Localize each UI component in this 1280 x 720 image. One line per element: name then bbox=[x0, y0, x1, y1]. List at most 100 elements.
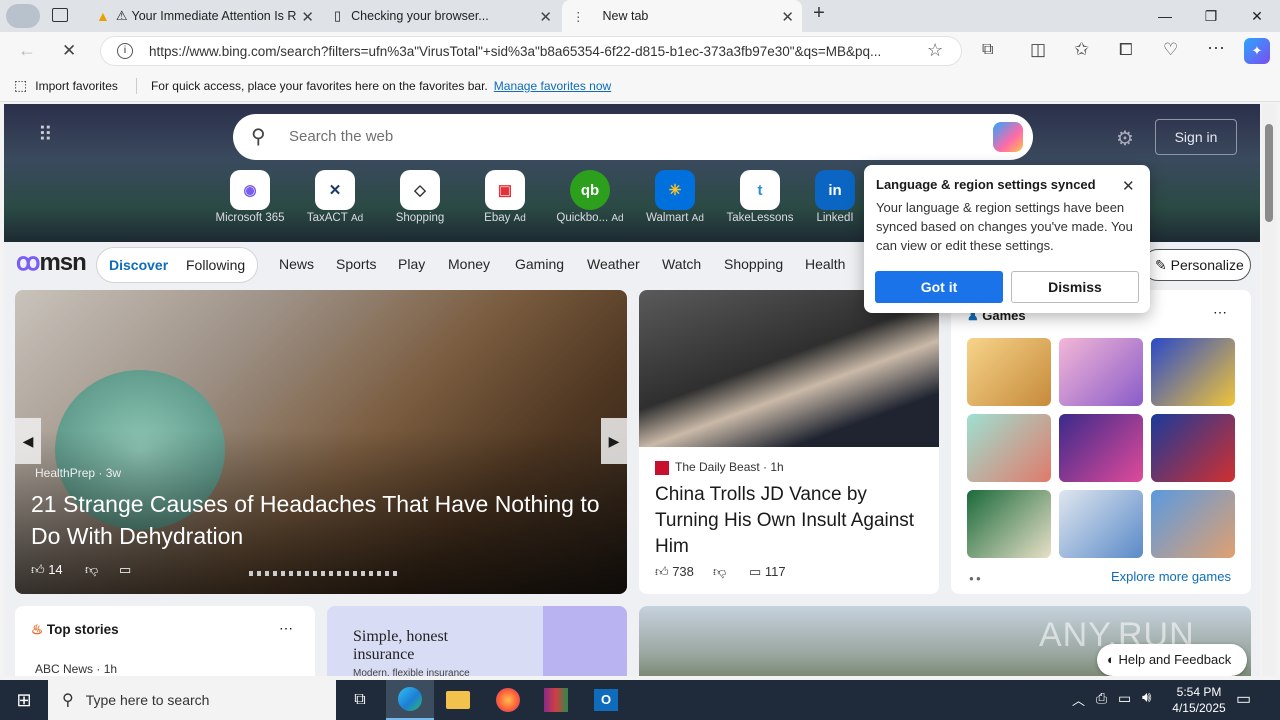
restore-icon[interactable]: ❐ bbox=[1188, 0, 1234, 32]
nav-news[interactable]: News bbox=[279, 256, 314, 272]
manage-favorites-link[interactable]: Manage favorites now bbox=[494, 79, 611, 93]
game-tile[interactable] bbox=[1059, 338, 1143, 406]
news-image-card[interactable]: ANY.RUN ◐ Help and Feedback bbox=[639, 606, 1251, 676]
app-launcher-icon[interactable]: ⠿ bbox=[38, 122, 53, 147]
tab-actions-icon[interactable] bbox=[52, 8, 68, 22]
file-explorer-icon[interactable] bbox=[434, 680, 482, 720]
close-tab-icon[interactable]: ✕ bbox=[301, 8, 314, 26]
favorite-star-icon[interactable]: ☆ bbox=[927, 40, 943, 61]
carousel-dots[interactable] bbox=[249, 571, 399, 576]
explore-more-games-link[interactable]: Explore more games bbox=[1111, 569, 1231, 584]
minimize-icon[interactable]: — bbox=[1142, 0, 1188, 32]
got-it-button[interactable]: Got it bbox=[875, 271, 1003, 303]
story-headline[interactable]: 21 Strange Causes of Headaches That Have… bbox=[31, 488, 611, 552]
winrar-icon[interactable] bbox=[532, 680, 580, 720]
quick-link-taxact[interactable]: ✕ TaxACT Ad bbox=[295, 170, 375, 224]
dislike-icon[interactable]: 👎︎ bbox=[713, 564, 726, 580]
msn-logo[interactable]: ꝏmsn bbox=[16, 248, 87, 277]
game-tile[interactable] bbox=[1151, 338, 1235, 406]
nav-watch[interactable]: Watch bbox=[662, 256, 701, 272]
scrollbar-thumb[interactable] bbox=[1265, 124, 1273, 222]
close-popup-icon[interactable]: ✕ bbox=[1122, 177, 1135, 195]
clock[interactable]: 5:54 PM 4/15/2025 bbox=[1166, 684, 1232, 716]
firefox-icon[interactable] bbox=[484, 680, 532, 720]
nav-money[interactable]: Money bbox=[448, 256, 490, 272]
side-story-card[interactable]: The Daily Beast · 1h China Trolls JD Van… bbox=[639, 290, 939, 594]
carousel-next-button[interactable]: ▶ bbox=[601, 418, 627, 464]
tab-2[interactable]: ▯ Checking your browser... ✕ bbox=[324, 0, 560, 32]
nav-sports[interactable]: Sports bbox=[336, 256, 376, 272]
quick-link-quickbooks[interactable]: qb Quickbo... Ad bbox=[550, 170, 630, 224]
profile-avatar[interactable] bbox=[6, 4, 40, 28]
outlook-icon[interactable]: O bbox=[582, 680, 630, 720]
taskbar-search-box[interactable]: ⚲ Type here to search bbox=[48, 680, 336, 720]
dismiss-button[interactable]: Dismiss bbox=[1011, 271, 1139, 303]
browser-essentials-icon[interactable]: ♡ bbox=[1163, 40, 1178, 60]
nav-gaming[interactable]: Gaming bbox=[515, 256, 564, 272]
site-info-icon[interactable]: i bbox=[117, 43, 133, 59]
search-box[interactable]: ⚲ Search the web bbox=[233, 114, 1033, 160]
game-tile[interactable] bbox=[1059, 490, 1143, 558]
quick-link-ebay[interactable]: ▣ Ebay Ad bbox=[465, 170, 545, 224]
tab-1[interactable]: ▲ ⚠ Your Immediate Attention Is R ✕ bbox=[86, 0, 322, 32]
nav-play[interactable]: Play bbox=[398, 256, 425, 272]
game-tile[interactable] bbox=[1059, 414, 1143, 482]
address-bar[interactable]: i https://www.bing.com/search?filters=uf… bbox=[100, 36, 962, 66]
collections-icon[interactable]: ⧠ bbox=[1119, 40, 1133, 60]
tab-3-active[interactable]: ⋮ New tab ✕ bbox=[562, 0, 802, 32]
close-tab-icon[interactable]: ✕ bbox=[539, 8, 552, 26]
following-pill[interactable]: Following bbox=[186, 257, 245, 273]
more-options-icon[interactable]: ⋯ bbox=[279, 620, 293, 637]
dislike-icon[interactable]: 👎︎ bbox=[85, 562, 98, 578]
comments-button[interactable]: ▭ 117 bbox=[749, 564, 786, 580]
game-tile[interactable] bbox=[967, 338, 1051, 406]
story-source[interactable]: ABC News · 1h bbox=[35, 662, 117, 676]
split-screen-icon[interactable]: ◫ bbox=[1030, 40, 1046, 60]
search-placeholder[interactable]: Search the web bbox=[289, 128, 393, 145]
import-favorites-link[interactable]: Import favorites bbox=[35, 79, 118, 93]
device-icon[interactable]: ⎙ bbox=[1096, 690, 1107, 707]
nav-health[interactable]: Health bbox=[805, 256, 845, 272]
game-tile[interactable] bbox=[967, 490, 1051, 558]
quick-link-microsoft-365[interactable]: ◉ Microsoft 365 bbox=[210, 170, 290, 224]
quick-link-linkedin[interactable]: in LinkedI bbox=[805, 170, 865, 224]
like-button[interactable]: 👍︎ 14 bbox=[31, 562, 63, 578]
more-options-icon[interactable]: ⋯ bbox=[1207, 38, 1225, 59]
task-view-icon[interactable]: ⧉ bbox=[336, 680, 384, 720]
import-favorites-icon[interactable]: ⬚ bbox=[14, 77, 27, 94]
game-tile[interactable] bbox=[967, 414, 1051, 482]
more-options-icon[interactable]: ⋯ bbox=[1213, 304, 1227, 321]
pager-dots[interactable]: ● ● bbox=[969, 574, 981, 583]
windows-start-icon[interactable]: ⊞ bbox=[0, 680, 48, 720]
edge-taskbar-icon[interactable] bbox=[386, 680, 434, 720]
help-feedback-button[interactable]: ◐ Help and Feedback bbox=[1097, 644, 1247, 676]
url-text[interactable]: https://www.bing.com/search?filters=ufn%… bbox=[149, 44, 915, 59]
story-headline[interactable]: China Trolls JD Vance by Turning His Own… bbox=[655, 482, 925, 560]
game-tile[interactable] bbox=[1151, 414, 1235, 482]
nav-shopping[interactable]: Shopping bbox=[724, 256, 783, 272]
scrollbar[interactable] bbox=[1262, 104, 1276, 676]
quick-link-takelessons[interactable]: t TakeLessons bbox=[720, 170, 800, 224]
copilot-icon[interactable]: ✦ bbox=[1244, 38, 1270, 64]
volume-icon[interactable]: 🔊︎ bbox=[1142, 689, 1151, 706]
favorites-icon[interactable]: ✩ bbox=[1074, 39, 1089, 60]
personalize-button[interactable]: ✎ Personalize bbox=[1142, 249, 1251, 281]
sign-in-button[interactable]: Sign in bbox=[1155, 119, 1237, 155]
settings-gear-icon[interactable]: ⚙ bbox=[1116, 126, 1134, 151]
show-hidden-icons[interactable]: ︿ bbox=[1072, 690, 1085, 709]
close-window-icon[interactable]: ✕ bbox=[1234, 0, 1280, 32]
extensions-icon[interactable]: ⧉ bbox=[982, 41, 993, 59]
discover-pill[interactable]: Discover bbox=[109, 257, 168, 273]
carousel-prev-button[interactable]: ◀ bbox=[15, 418, 41, 464]
network-icon[interactable]: ▭ bbox=[1118, 690, 1131, 707]
close-tab-icon[interactable]: ✕ bbox=[781, 8, 794, 26]
notifications-icon[interactable]: ▭ bbox=[1236, 689, 1251, 709]
stop-icon[interactable]: ✕ bbox=[62, 41, 76, 61]
back-icon[interactable]: ← bbox=[18, 40, 36, 61]
game-tile[interactable] bbox=[1151, 490, 1235, 558]
nav-weather[interactable]: Weather bbox=[587, 256, 640, 272]
quick-link-walmart[interactable]: ✳ Walmart Ad bbox=[635, 170, 715, 224]
like-button[interactable]: 👍︎ 738 bbox=[655, 564, 694, 580]
quick-link-shopping[interactable]: ◇ Shopping bbox=[380, 170, 460, 224]
comment-icon[interactable]: ▭ bbox=[119, 562, 131, 578]
